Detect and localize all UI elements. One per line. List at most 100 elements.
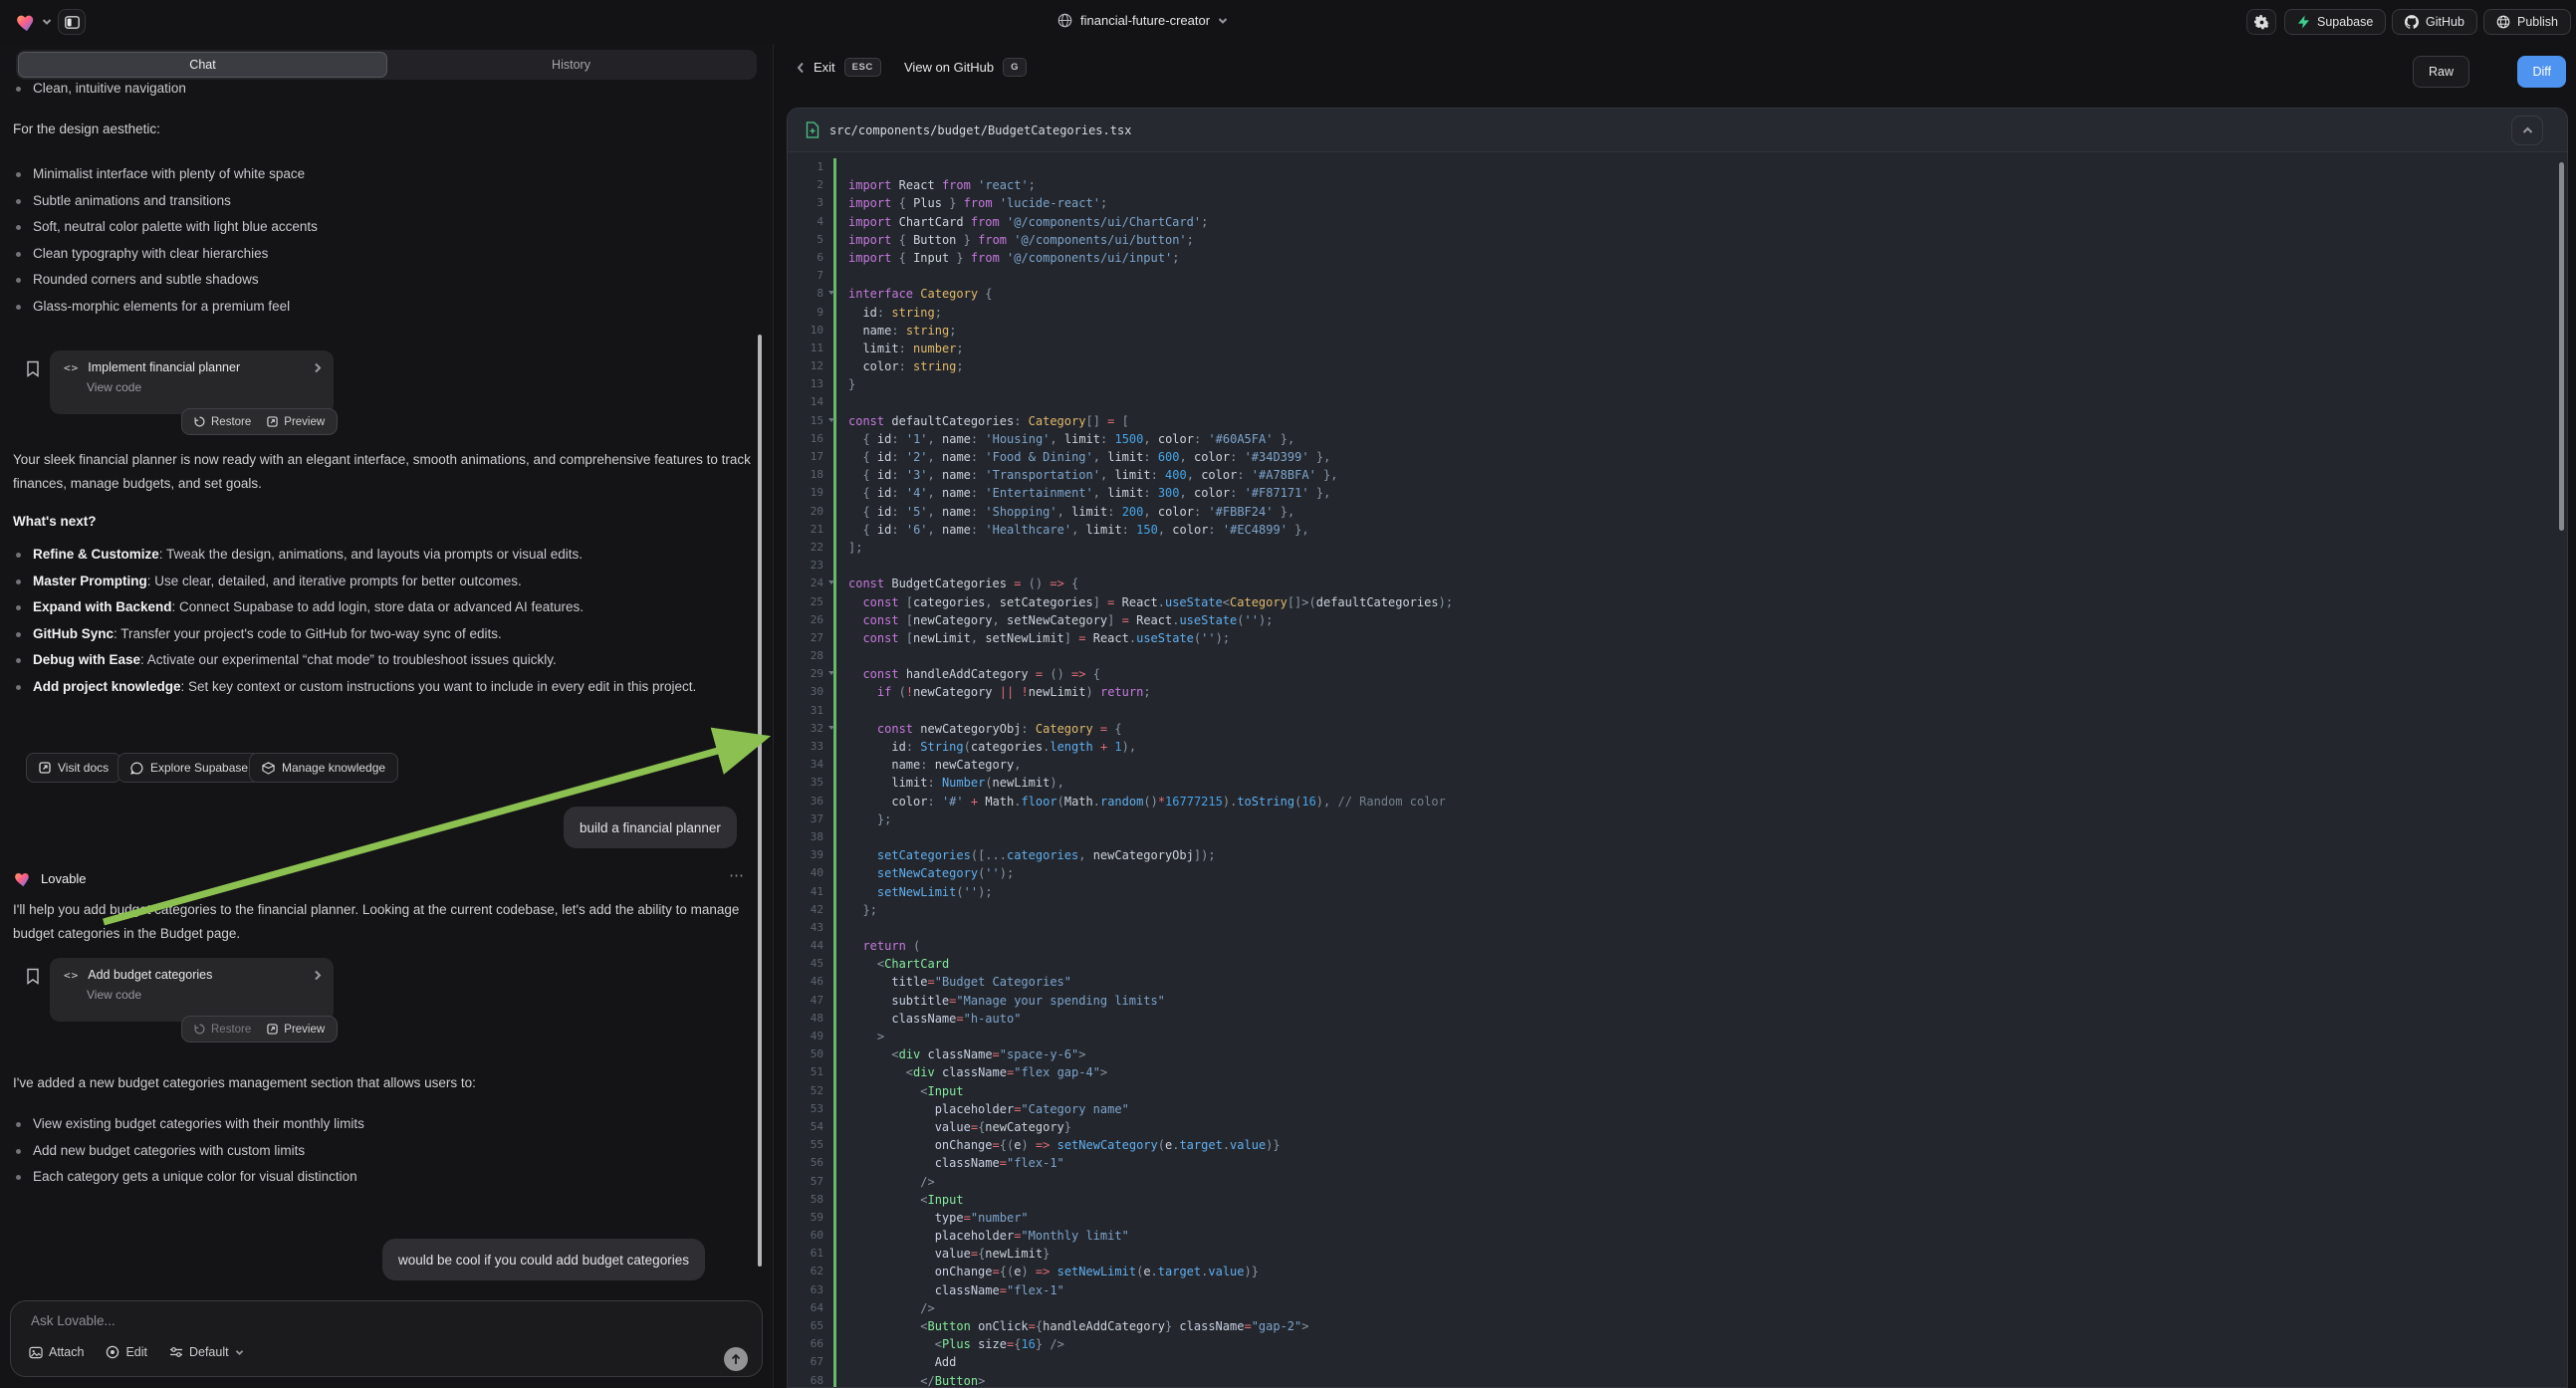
code-line: 57 />: [788, 1173, 2567, 1191]
line-number: 11: [788, 340, 833, 357]
mode-select[interactable]: Default: [169, 1345, 244, 1359]
view-code-link[interactable]: View code: [50, 982, 334, 1002]
list-item: Clean, intuitive navigation: [0, 76, 737, 103]
code-line: 46 title="Budget Categories": [788, 973, 2567, 991]
list-item: GitHub Sync: Transfer your project's cod…: [0, 621, 749, 648]
line-number: 8: [788, 285, 833, 303]
exit-label: Exit: [814, 60, 835, 75]
composer: Attach Edit Default: [10, 1300, 763, 1377]
view-code-link[interactable]: View code: [50, 374, 334, 394]
line-number: 48: [788, 1010, 833, 1028]
code-line: 4import ChartCard from '@/components/ui/…: [788, 213, 2567, 231]
manage-knowledge-button[interactable]: Manage knowledge: [249, 753, 398, 783]
line-number: 12: [788, 357, 833, 375]
bookmark-icon[interactable]: [26, 968, 40, 985]
file-path: src/components/budget/BudgetCategories.t…: [829, 123, 1131, 137]
diff-button[interactable]: Diff: [2517, 56, 2566, 88]
code-scrollbar[interactable]: [2559, 162, 2564, 531]
project-switcher[interactable]: financial-future-creator: [1057, 13, 1228, 28]
line-number: 19: [788, 484, 833, 502]
collapse-button[interactable]: [2511, 116, 2543, 145]
code-line: 24const BudgetCategories = () => {: [788, 575, 2567, 592]
raw-button[interactable]: Raw: [2413, 56, 2469, 88]
fold-chevron-icon[interactable]: [828, 726, 834, 730]
preview-button[interactable]: Preview: [267, 1024, 325, 1036]
line-number: 41: [788, 883, 833, 901]
attach-button[interactable]: Attach: [29, 1345, 84, 1359]
list-item: Minimalist interface with plenty of whit…: [0, 161, 742, 188]
logo-chevron-down-icon[interactable]: [42, 18, 52, 26]
tab-history[interactable]: History: [387, 52, 755, 78]
github-icon: [2405, 15, 2419, 29]
line-number: 31: [788, 702, 833, 720]
restore-button[interactable]: Restore: [194, 416, 251, 428]
explore-supabase-button[interactable]: Explore Supabase: [117, 753, 261, 783]
publish-button[interactable]: Publish: [2483, 9, 2571, 35]
supabase-icon: [2297, 15, 2310, 29]
line-number: 62: [788, 1263, 833, 1280]
line-number: 29: [788, 665, 833, 683]
fold-chevron-icon[interactable]: [828, 580, 834, 584]
line-number: 42: [788, 901, 833, 919]
toggle-sidebar-button[interactable]: [58, 9, 86, 35]
file-header[interactable]: src/components/budget/BudgetCategories.t…: [788, 109, 2567, 152]
target-icon: [106, 1345, 119, 1359]
chat-input[interactable]: [31, 1313, 628, 1328]
fold-chevron-icon[interactable]: [828, 291, 834, 295]
code-line: 40 setNewCategory('');: [788, 864, 2567, 882]
code-lines[interactable]: 12import React from 'react';3import { Pl…: [788, 158, 2567, 1388]
line-number: 14: [788, 393, 833, 411]
knowledge-box-icon: [262, 762, 275, 775]
code-line: 68 </Button>: [788, 1372, 2567, 1388]
code-line: 20 { id: '5', name: 'Shopping', limit: 2…: [788, 503, 2567, 521]
supabase-button[interactable]: Supabase: [2284, 9, 2386, 35]
message-more-button[interactable]: ⋯: [729, 866, 745, 884]
user-message-bubble: would be cool if you could add budget ca…: [382, 1239, 705, 1280]
line-number: 33: [788, 738, 833, 756]
code-line: 60 placeholder="Monthly limit": [788, 1227, 2567, 1245]
code-line: 63 className="flex-1": [788, 1281, 2567, 1299]
whats-next-heading: What's next?: [13, 514, 96, 529]
visit-docs-button[interactable]: Visit docs: [26, 753, 121, 783]
code-line: 11 limit: number;: [788, 340, 2567, 357]
send-button[interactable]: [724, 1347, 748, 1371]
gear-icon: [2254, 15, 2269, 30]
code-line: 56 className="flex-1": [788, 1154, 2567, 1172]
file-added-icon: [806, 121, 820, 138]
code-icon: <>: [64, 361, 79, 374]
exit-button[interactable]: Exit ESC: [797, 58, 881, 77]
project-name: financial-future-creator: [1080, 13, 1210, 28]
code-line: 50 <div className="space-y-6">: [788, 1045, 2567, 1063]
edit-button[interactable]: Edit: [106, 1345, 147, 1359]
chat-scrollbar[interactable]: [758, 335, 762, 1267]
tab-chat[interactable]: Chat: [18, 52, 387, 78]
line-number: 20: [788, 503, 833, 521]
aesthetic-list: Minimalist interface with plenty of whit…: [0, 161, 742, 320]
code-line: 16 { id: '1', name: 'Housing', limit: 15…: [788, 430, 2567, 448]
fold-chevron-icon[interactable]: [828, 418, 834, 422]
code-line: 23: [788, 557, 2567, 575]
settings-button[interactable]: [2246, 9, 2276, 35]
view-on-github-button[interactable]: View on GitHub G: [904, 58, 1027, 77]
version-card-title: Add budget categories: [88, 968, 212, 982]
code-line: 14: [788, 393, 2567, 411]
list-item: Soft, neutral color palette with light b…: [0, 214, 742, 241]
version-card-implement-financial-planner[interactable]: <> Implement financial planner View code: [50, 350, 334, 414]
code-line: 41 setNewLimit('');: [788, 883, 2567, 901]
bookmark-icon[interactable]: [26, 360, 40, 377]
code-icon: <>: [64, 969, 79, 982]
fold-chevron-icon[interactable]: [828, 671, 834, 675]
code-line: 48 className="h-auto": [788, 1010, 2567, 1028]
preview-button[interactable]: Preview: [267, 416, 325, 428]
restore-button[interactable]: Restore: [194, 1024, 251, 1036]
code-line: 58 <Input: [788, 1191, 2567, 1209]
list-item: Add project knowledge: Set key context o…: [0, 674, 749, 701]
list-item: Add new budget categories with custom li…: [0, 1138, 742, 1165]
github-button[interactable]: GitHub: [2392, 9, 2477, 35]
sliders-icon: [169, 1346, 183, 1358]
line-number: 53: [788, 1100, 833, 1118]
code-line: 34 name: newCategory,: [788, 756, 2567, 774]
lovable-logo[interactable]: [16, 12, 38, 32]
supabase-label: Supabase: [2317, 15, 2373, 29]
version-card-add-budget-categories[interactable]: <> Add budget categories View code: [50, 958, 334, 1022]
